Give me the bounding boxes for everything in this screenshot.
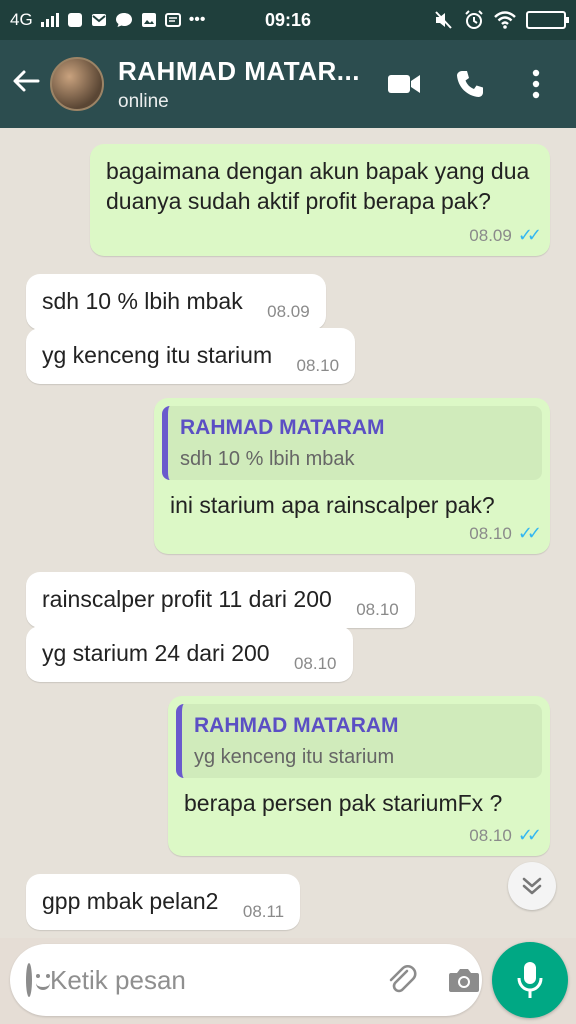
mute-icon [435, 11, 452, 29]
more-notifications-icon: ••• [188, 11, 206, 28]
back-arrow-icon [13, 70, 40, 92]
read-receipt-icon: ✓✓ [517, 225, 542, 246]
message-list[interactable]: bagaimana dengan akun bapak yang dua dua… [0, 128, 576, 938]
message-time: 08.10 [469, 523, 512, 543]
message-incoming[interactable]: yg kenceng itu starium 08.10 [26, 328, 356, 385]
message-text: rainscalper profit 11 dari 200 [42, 586, 332, 612]
message-outgoing[interactable]: RAHMAD MATARAM yg kenceng itu starium be… [168, 696, 550, 856]
message-outgoing[interactable]: RAHMAD MATARAM sdh 10 % lbih mbak ini st… [154, 398, 550, 554]
attach-icon[interactable] [385, 963, 419, 997]
voice-call-button[interactable] [452, 66, 488, 102]
composer [10, 944, 482, 1016]
message-meta: 08.10 ✓✓ [469, 824, 542, 848]
message-text: berapa persen pak stariumFx ? [184, 790, 503, 817]
video-call-button[interactable] [386, 66, 422, 102]
message-time: 08.09 [267, 302, 310, 321]
phone-icon [457, 71, 483, 97]
quoted-sender: RAHMAD MATARAM [194, 714, 399, 737]
quoted-message[interactable]: RAHMAD MATARAM yg kenceng itu starium [176, 704, 542, 779]
message-incoming[interactable]: rainscalper profit 11 dari 200 08.10 [26, 572, 415, 629]
message-incoming[interactable]: gpp mbak pelan2 08.11 [26, 874, 301, 931]
message-time: 08.10 [296, 356, 340, 375]
scroll-down-icon [522, 877, 542, 895]
signal-icon [40, 13, 59, 27]
clock: 09:16 [264, 9, 312, 30]
composer-actions [385, 963, 481, 997]
quoted-text: sdh 10 % lbih mbak [180, 447, 355, 470]
message-time: 08.09 [469, 225, 512, 245]
chat-header: RAHMAD MATAR... online [0, 40, 576, 128]
header-actions [386, 66, 554, 102]
mail-icon [91, 14, 106, 26]
scroll-to-bottom-button[interactable] [508, 862, 556, 910]
status-left: 4G ••• [10, 10, 206, 30]
message-time: 08.11 [242, 902, 285, 921]
message-time: 08.10 [469, 825, 512, 845]
message-text: sdh 10 % lbih mbak [42, 288, 243, 314]
message-text: ini starium apa rainscalper pak? [170, 492, 495, 519]
message-time: 08.10 [293, 654, 337, 673]
alarm-icon [465, 10, 483, 29]
quoted-sender: RAHMAD MATARAM [180, 416, 385, 439]
message-incoming[interactable]: yg starium 24 dari 200 08.10 [26, 626, 353, 683]
status-bar: 4G ••• 09:16 [0, 0, 576, 40]
read-receipt-icon: ✓✓ [517, 523, 542, 544]
back-button[interactable] [2, 66, 50, 102]
avatar[interactable] [50, 57, 104, 111]
message-text: bagaimana dengan akun bapak yang dua dua… [106, 158, 530, 215]
message-text: yg starium 24 dari 200 [42, 640, 270, 666]
camera-icon[interactable] [447, 965, 481, 995]
mic-icon [517, 962, 543, 998]
voice-record-button[interactable] [492, 942, 568, 1018]
emoji-icon[interactable] [26, 963, 50, 997]
quoted-message[interactable]: RAHMAD MATARAM sdh 10 % lbih mbak [162, 406, 542, 481]
network-label: 4G [10, 10, 33, 29]
email-icon [164, 13, 181, 27]
video-call-icon [388, 75, 420, 93]
message-time: 08.10 [356, 600, 399, 619]
message-incoming[interactable]: sdh 10 % lbih mbak 08.09 [26, 274, 326, 331]
contact-name: RAHMAD MATAR... [118, 55, 360, 86]
notification-icon [67, 13, 82, 27]
contact-status: online [118, 90, 169, 112]
status-right [434, 10, 569, 30]
message-meta: 08.09 ✓✓ [469, 224, 542, 248]
message-text: yg kenceng itu starium [42, 342, 273, 368]
more-options-button[interactable] [518, 66, 554, 102]
battery-icon [526, 11, 569, 29]
chat-icon [115, 13, 132, 27]
message-text: gpp mbak pelan2 [42, 888, 219, 914]
message-meta: 08.10 ✓✓ [469, 522, 542, 546]
contact-info[interactable]: RAHMAD MATAR... online [118, 56, 386, 113]
image-icon [141, 13, 156, 27]
message-outgoing[interactable]: bagaimana dengan akun bapak yang dua dua… [90, 144, 550, 256]
read-receipt-icon: ✓✓ [517, 825, 542, 846]
more-vert-icon [532, 69, 540, 99]
wifi-icon [494, 11, 516, 29]
message-input[interactable] [50, 964, 385, 996]
quoted-text: yg kenceng itu starium [194, 745, 395, 768]
